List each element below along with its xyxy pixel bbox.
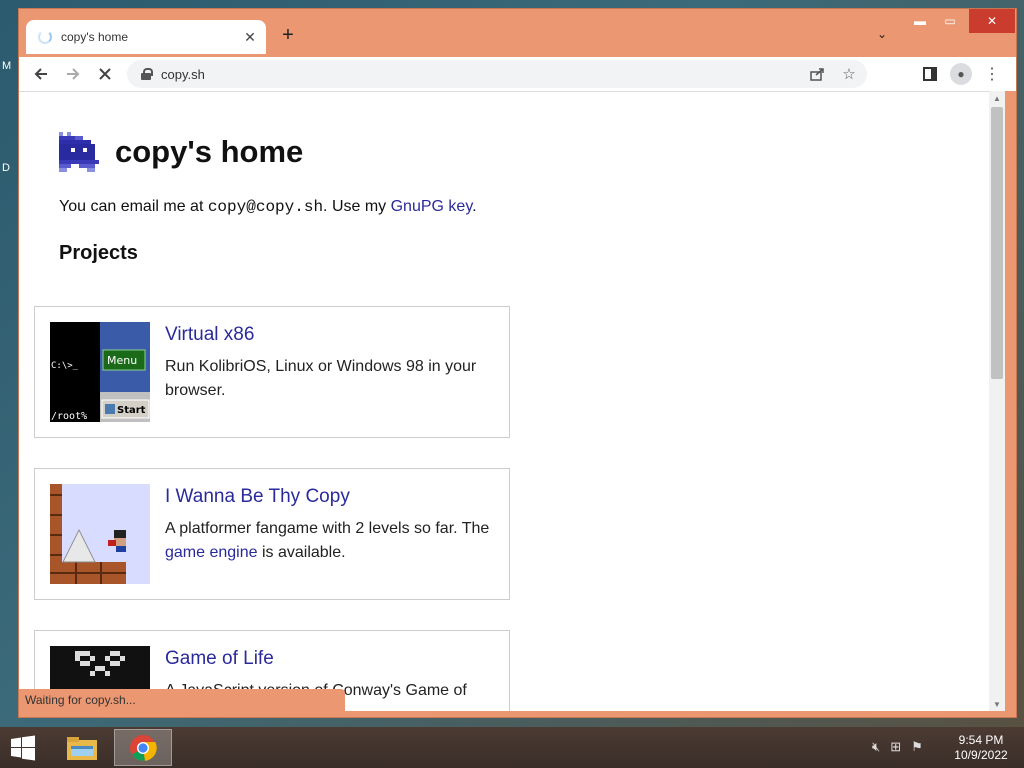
- intro-text: You can email me at copy@copy.sh. Use my…: [59, 198, 959, 216]
- side-panel-icon[interactable]: [916, 60, 944, 88]
- thumb-prompt-text: C:\>_: [51, 361, 79, 371]
- system-clock[interactable]: 9:54 PM 10/9/2022: [950, 733, 1012, 763]
- lock-icon[interactable]: [141, 68, 153, 80]
- profile-avatar-icon[interactable]: ●: [950, 63, 972, 85]
- loading-spinner-icon: [38, 30, 52, 44]
- share-icon[interactable]: [805, 62, 829, 86]
- thumb-root-text: /root%: [51, 411, 87, 422]
- close-window-button[interactable]: ✕: [969, 9, 1015, 33]
- project-card-virtual-x86[interactable]: C:\>_ /root% Menu Start Virtual x86 Run …: [34, 306, 510, 438]
- desktop-icon-fragment: M: [2, 60, 12, 72]
- thumb-start-text: Start: [117, 405, 146, 416]
- tab-copys-home[interactable]: copy's home ✕: [26, 20, 266, 54]
- status-bubble: Waiting for copy.sh...: [19, 689, 345, 711]
- thumb-menu-text: Menu: [107, 354, 137, 367]
- windows-start-icon[interactable]: [8, 733, 38, 763]
- taskbar: 🔇︎ ⊞ ⚑ 9:54 PM 10/9/2022: [0, 727, 1024, 768]
- minimize-button[interactable]: ▬: [907, 9, 933, 33]
- page-title: copy's home: [115, 134, 304, 169]
- clock-date: 10/9/2022: [954, 748, 1008, 762]
- virtual-x86-thumbnail[interactable]: C:\>_ /root% Menu Start: [50, 322, 150, 422]
- network-icon[interactable]: ⊞: [890, 739, 901, 755]
- game-engine-link[interactable]: game engine: [165, 544, 258, 561]
- close-icon[interactable]: ✕: [242, 29, 258, 45]
- url-text[interactable]: copy.sh: [161, 67, 805, 82]
- desc-prefix: A platformer fangame with 2 levels so fa…: [165, 520, 490, 537]
- project-title-virtual-x86[interactable]: Virtual x86: [165, 324, 254, 346]
- browser-toolbar: copy.sh ☆ ● ⋮: [19, 57, 1016, 91]
- bookmark-star-icon[interactable]: ☆: [837, 62, 861, 86]
- chevron-down-icon[interactable]: ⌄: [877, 27, 887, 41]
- file-explorer-icon[interactable]: [60, 729, 104, 766]
- intro-mid: . Use my: [323, 198, 391, 215]
- project-desc-virtual-x86: Run KolibriOS, Linux or Windows 98 in yo…: [165, 358, 477, 399]
- project-card-i-wanna-be-thy-copy[interactable]: I Wanna Be Thy Copy A platformer fangame…: [34, 468, 510, 600]
- site-logo-icon: [59, 132, 99, 172]
- menu-kebab-icon[interactable]: ⋮: [978, 60, 1006, 88]
- page-content: copy's home You can email me at copy@cop…: [59, 130, 959, 265]
- chrome-taskbar-icon[interactable]: [114, 729, 172, 766]
- project-title-game-of-life[interactable]: Game of Life: [165, 648, 274, 670]
- email-address: copy@copy.sh: [207, 198, 324, 216]
- site-header: copy's home: [59, 130, 959, 174]
- volume-muted-icon[interactable]: 🔇︎: [872, 739, 880, 755]
- i-wanna-be-thy-copy-thumbnail[interactable]: [50, 484, 150, 584]
- desktop-icon-fragment: D: [2, 162, 10, 174]
- stop-loading-icon[interactable]: [91, 60, 119, 88]
- address-bar[interactable]: copy.sh ☆: [127, 60, 867, 88]
- scroll-down-arrow-icon[interactable]: ▼: [989, 697, 1005, 711]
- system-tray: 🔇︎ ⊞ ⚑: [872, 739, 923, 755]
- scroll-up-arrow-icon[interactable]: ▲: [989, 91, 1005, 105]
- project-title-i-wanna-be-thy-copy[interactable]: I Wanna Be Thy Copy: [165, 486, 350, 508]
- maximize-button[interactable]: ▭: [937, 9, 963, 33]
- title-bar: copy's home ✕ + ⌄ ▬ ▭ ✕: [19, 9, 1016, 57]
- action-center-flag-icon[interactable]: ⚑: [911, 739, 923, 755]
- page-viewport: copy's home You can email me at copy@cop…: [19, 91, 989, 711]
- project-desc-i-wanna-be-thy-copy: A platformer fangame with 2 levels so fa…: [165, 517, 500, 565]
- intro-prefix: You can email me at: [59, 198, 208, 215]
- plus-icon[interactable]: +: [279, 25, 297, 45]
- tab-title: copy's home: [61, 30, 128, 44]
- gnupg-key-link[interactable]: GnuPG key: [391, 198, 473, 215]
- back-arrow-icon[interactable]: [27, 60, 55, 88]
- scrollbar-thumb[interactable]: [991, 107, 1003, 379]
- browser-window: copy's home ✕ + ⌄ ▬ ▭ ✕ copy.sh ☆ ● ⋮ co…: [18, 8, 1017, 718]
- intro-suffix: .: [472, 198, 477, 215]
- desc-suffix: is available.: [257, 544, 346, 561]
- forward-arrow-icon[interactable]: [59, 60, 87, 88]
- page-scrollbar[interactable]: ▲ ▼: [989, 91, 1005, 711]
- clock-time: 9:54 PM: [958, 733, 1004, 747]
- projects-heading: Projects: [59, 242, 138, 264]
